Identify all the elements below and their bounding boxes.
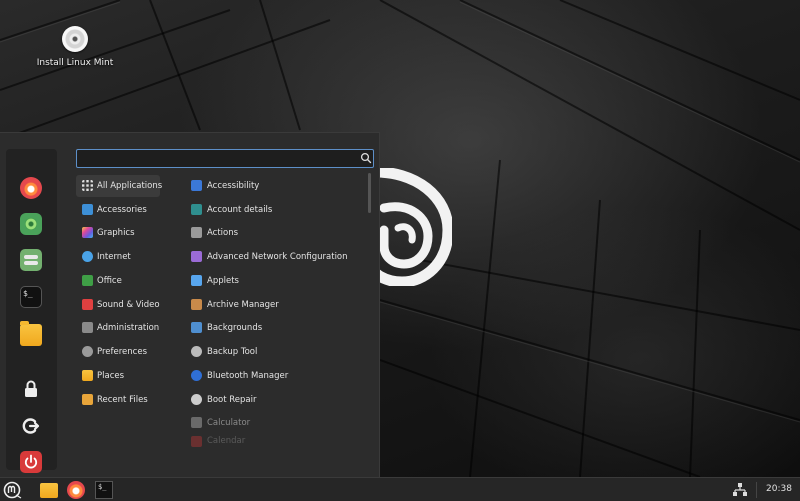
terminal-icon[interactable]: $_ — [20, 286, 42, 308]
desktop-icon-install-linux-mint[interactable]: Install Linux Mint — [36, 26, 114, 68]
applets-icon — [191, 275, 202, 286]
terminal-glyph: $_ — [23, 289, 33, 298]
category-recent-files[interactable]: Recent Files — [76, 389, 160, 411]
applications-scrollbar[interactable] — [368, 173, 371, 213]
tray-separator — [756, 482, 757, 498]
app-label: Backup Tool — [207, 347, 258, 357]
app-label: Applets — [207, 276, 239, 286]
account-icon — [191, 204, 202, 215]
internet-icon — [82, 251, 93, 262]
mint-menu-icon[interactable] — [3, 481, 23, 499]
application-menu: $_ All Applications Accessories Graphics… — [0, 132, 380, 477]
grid-icon — [82, 180, 93, 191]
bluetooth-icon — [191, 370, 202, 381]
archive-icon — [191, 299, 202, 310]
network-icon[interactable] — [733, 481, 747, 499]
actions-icon — [191, 227, 202, 238]
app-label: Actions — [207, 228, 239, 238]
category-places[interactable]: Places — [76, 365, 160, 387]
category-preferences[interactable]: Preferences — [76, 341, 160, 363]
favorites-sidebar: $_ — [6, 149, 57, 473]
boot-repair-icon — [191, 394, 202, 405]
office-icon — [82, 275, 93, 286]
app-actions[interactable]: Actions — [186, 222, 366, 244]
category-label: Sound & Video — [97, 300, 160, 310]
app-bluetooth-manager[interactable]: Bluetooth Manager — [186, 365, 366, 387]
preferences-icon — [82, 346, 93, 357]
app-boot-repair[interactable]: Boot Repair — [186, 389, 366, 411]
backup-icon — [191, 346, 202, 357]
graphics-icon — [82, 227, 93, 238]
category-internet[interactable]: Internet — [76, 246, 160, 268]
search-input[interactable] — [76, 149, 374, 168]
app-advanced-network-configuration[interactable]: Advanced Network Configuration — [186, 246, 366, 268]
lock-icon[interactable] — [20, 378, 42, 400]
category-accessories[interactable]: Accessories — [76, 199, 160, 221]
recent-files-icon — [82, 394, 93, 405]
category-office[interactable]: Office — [76, 270, 160, 292]
administration-icon — [82, 322, 93, 333]
search-icon — [360, 152, 372, 164]
power-icon[interactable] — [20, 451, 42, 473]
app-label: Account details — [207, 205, 273, 215]
software-manager-icon[interactable] — [20, 213, 42, 235]
app-applets[interactable]: Applets — [186, 270, 366, 292]
app-archive-manager[interactable]: Archive Manager — [186, 294, 366, 316]
app-backup-tool[interactable]: Backup Tool — [186, 341, 366, 363]
category-label: All Applications — [97, 181, 163, 191]
places-icon — [82, 370, 93, 381]
sound-video-icon — [82, 299, 93, 310]
settings-icon[interactable] — [20, 249, 42, 271]
firefox-icon[interactable] — [20, 177, 42, 199]
taskbar: $_ 20:38 — [0, 477, 800, 501]
desktop-icon-label: Install Linux Mint — [36, 58, 114, 68]
category-label: Preferences — [97, 347, 147, 357]
disc-icon — [62, 26, 88, 52]
category-label: Administration — [97, 323, 160, 333]
calculator-icon — [191, 417, 202, 428]
app-account-details[interactable]: Account details — [186, 199, 366, 221]
network-config-icon — [191, 251, 202, 262]
app-label: Bluetooth Manager — [207, 371, 289, 381]
terminal-glyph: $_ — [98, 483, 107, 491]
logout-icon[interactable] — [20, 415, 42, 437]
accessories-icon — [82, 204, 93, 215]
calendar-icon — [191, 436, 202, 447]
app-label: Accessibility — [207, 181, 260, 191]
category-all-applications[interactable]: All Applications — [76, 175, 163, 197]
backgrounds-icon — [191, 322, 202, 333]
app-label: Archive Manager — [207, 300, 279, 310]
app-calendar[interactable]: Calendar — [186, 435, 366, 447]
category-label: Recent Files — [97, 395, 148, 405]
category-label: Internet — [97, 252, 131, 262]
app-accessibility[interactable]: Accessibility — [186, 175, 366, 197]
terminal-icon[interactable]: $_ — [95, 481, 113, 499]
folder-icon[interactable] — [20, 321, 42, 346]
firefox-icon[interactable] — [67, 481, 85, 499]
app-backgrounds[interactable]: Backgrounds — [186, 317, 366, 339]
category-graphics[interactable]: Graphics — [76, 222, 160, 244]
category-label: Accessories — [97, 205, 147, 215]
app-label: Advanced Network Configuration — [207, 252, 348, 262]
category-administration[interactable]: Administration — [76, 317, 160, 339]
app-label: Calculator — [207, 418, 251, 428]
clock[interactable]: 20:38 — [766, 484, 792, 494]
folder-icon[interactable] — [40, 483, 58, 498]
category-label: Office — [97, 276, 122, 286]
category-label: Places — [97, 371, 125, 381]
app-label: Boot Repair — [207, 395, 257, 405]
app-label: Calendar — [207, 436, 246, 446]
app-calculator[interactable]: Calculator — [186, 412, 366, 434]
category-label: Graphics — [97, 228, 135, 238]
app-label: Backgrounds — [207, 323, 263, 333]
category-sound-video[interactable]: Sound & Video — [76, 294, 160, 316]
accessibility-icon — [191, 180, 202, 191]
